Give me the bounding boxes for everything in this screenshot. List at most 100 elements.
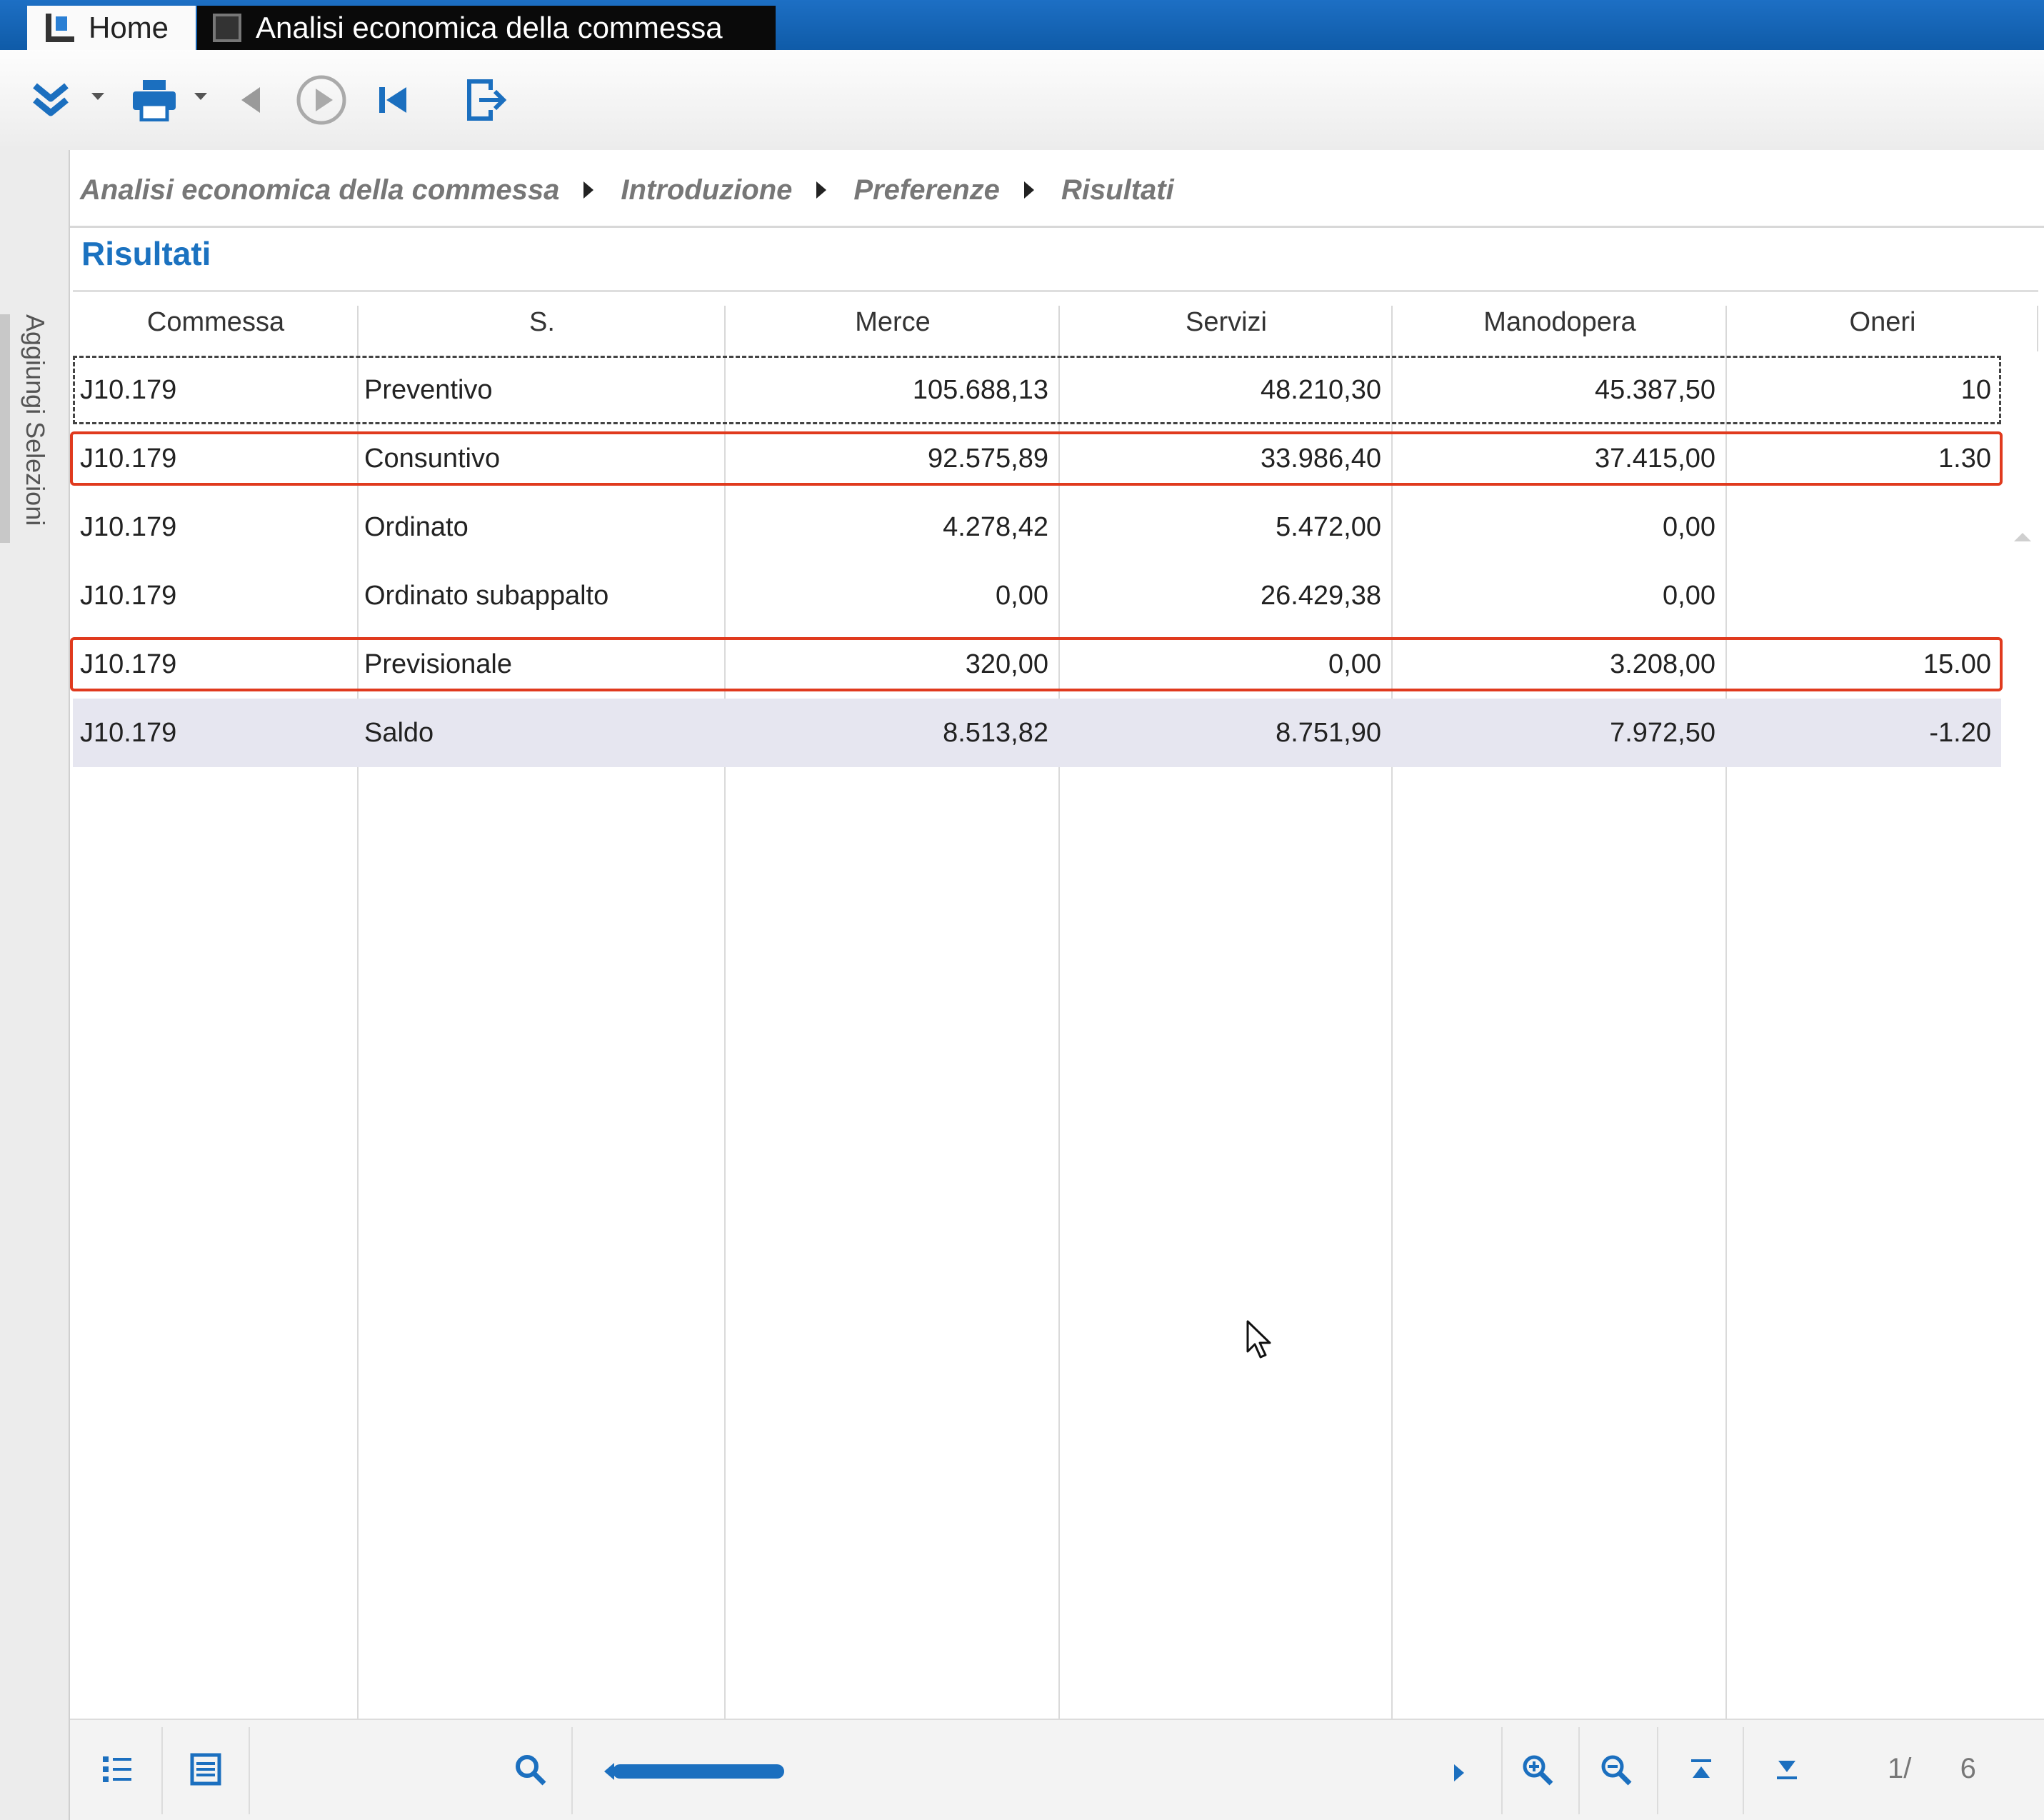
- breadcrumb-arrow-icon: [583, 181, 594, 199]
- cell-merce[interactable]: 105.688,13: [724, 356, 1058, 424]
- cell-commessa[interactable]: J10.179: [73, 699, 357, 767]
- cell-commessa[interactable]: J10.179: [73, 356, 357, 424]
- cell-s[interactable]: Preventivo: [357, 356, 724, 424]
- column-header-s[interactable]: S.: [359, 293, 726, 351]
- page-title: Risultati: [81, 235, 211, 272]
- breadcrumb-item[interactable]: Introduzione: [621, 174, 792, 206]
- table-row[interactable]: J10.179 Preventivo 105.688,13 48.210,30 45.3…: [73, 356, 2001, 424]
- divider: [1578, 1727, 1580, 1814]
- divider: [1743, 1727, 1744, 1814]
- cell-oneri[interactable]: 15.00: [1725, 630, 2001, 699]
- cell-merce[interactable]: 0,00: [724, 561, 1058, 630]
- cell-servizi[interactable]: 0,00: [1058, 630, 1391, 699]
- horizontal-scroll-thumb[interactable]: [613, 1764, 784, 1779]
- cell-manodopera[interactable]: 37.415,00: [1391, 424, 1725, 493]
- breadcrumb: Analisi economica della commessa Introdu…: [80, 169, 1174, 211]
- column-header-commessa[interactable]: Commessa: [73, 293, 359, 351]
- main-content: Analisi economica della commessa Introdu…: [69, 150, 2044, 1820]
- divider: [249, 1727, 250, 1814]
- breadcrumb-item[interactable]: Analisi economica della commessa: [80, 174, 559, 206]
- cell-s[interactable]: Ordinato subappalto: [357, 561, 724, 630]
- page-indicator: 1/ 6: [1888, 1753, 1976, 1785]
- breadcrumb-item[interactable]: Preferenze: [853, 174, 1000, 206]
- side-panel-handle[interactable]: [0, 314, 10, 543]
- cell-s[interactable]: Previsionale: [357, 630, 724, 699]
- cell-servizi[interactable]: 8.751,90: [1058, 699, 1391, 767]
- window-icon: [213, 14, 241, 42]
- table-row[interactable]: J10.179 Ordinato subappalto 0,00 26.429,38 0…: [73, 561, 2001, 630]
- cell-commessa[interactable]: J10.179: [73, 630, 357, 699]
- column-header-manodopera[interactable]: Manodopera: [1393, 293, 1727, 351]
- grid-bottom-toolbar: 1/ 6: [70, 1719, 2044, 1820]
- tab-analisi-economica[interactable]: Analisi economica della commessa: [197, 6, 776, 50]
- table-row[interactable]: J10.179 Saldo 8.513,82 8.751,90 7.972,50 -1.2…: [73, 699, 2001, 767]
- page-total: 6: [1960, 1753, 1976, 1784]
- back-icon[interactable]: [233, 71, 269, 129]
- column-header-merce[interactable]: Merce: [726, 293, 1060, 351]
- table-row[interactable]: J10.179 Previsionale 320,00 0,00 3.208,00 15.…: [70, 630, 2003, 699]
- cell-servizi[interactable]: 26.429,38: [1058, 561, 1391, 630]
- go-bottom-icon[interactable]: [1765, 1737, 1808, 1801]
- column-header-oneri[interactable]: Oneri: [1727, 293, 2038, 351]
- divider: [70, 226, 2044, 228]
- cell-manodopera[interactable]: 7.972,50: [1391, 699, 1725, 767]
- cell-manodopera[interactable]: 3.208,00: [1391, 630, 1725, 699]
- detail-list-icon[interactable]: [184, 1737, 227, 1801]
- cell-servizi[interactable]: 48.210,30: [1058, 356, 1391, 424]
- cell-merce[interactable]: 92.575,89: [724, 424, 1058, 493]
- zoom-out-icon[interactable]: [1594, 1737, 1637, 1801]
- cell-merce[interactable]: 8.513,82: [724, 699, 1058, 767]
- cell-servizi[interactable]: 5.472,00: [1058, 493, 1391, 561]
- mouse-cursor-icon: [1246, 1320, 1275, 1365]
- divider: [1501, 1727, 1503, 1814]
- tree-list-icon[interactable]: [96, 1737, 139, 1801]
- cell-oneri[interactable]: 1.30: [1725, 424, 2001, 493]
- go-top-icon[interactable]: [1680, 1737, 1723, 1801]
- divider: [73, 290, 2038, 292]
- divider: [161, 1727, 163, 1814]
- cell-manodopera[interactable]: 0,00: [1391, 493, 1725, 561]
- table-row[interactable]: J10.179 Ordinato 4.278,42 5.472,00 0,00: [73, 493, 2001, 561]
- tab-home[interactable]: Home: [27, 6, 196, 50]
- expand-dropdown-icon[interactable]: [91, 93, 104, 100]
- cell-oneri[interactable]: [1725, 561, 2001, 630]
- scroll-up-icon[interactable]: [2014, 533, 2031, 541]
- grid-header: Commessa S. Merce Servizi Manodopera One…: [73, 293, 2038, 351]
- cell-oneri[interactable]: 10: [1725, 356, 2001, 424]
- divider: [1657, 1727, 1658, 1814]
- side-panel: Aggiungi Selezioni: [0, 150, 69, 1820]
- column-header-servizi[interactable]: Servizi: [1060, 293, 1393, 351]
- table-row[interactable]: J10.179 Consuntivo 92.575,89 33.986,40 37.41…: [70, 424, 2003, 493]
- cell-manodopera[interactable]: 0,00: [1391, 561, 1725, 630]
- zoom-in-icon[interactable]: [1516, 1737, 1558, 1801]
- first-icon[interactable]: [371, 71, 414, 129]
- cell-commessa[interactable]: J10.179: [73, 561, 357, 630]
- expand-all-icon[interactable]: [26, 71, 76, 129]
- cell-s[interactable]: Ordinato: [357, 493, 724, 561]
- cell-commessa[interactable]: J10.179: [73, 493, 357, 561]
- window-tab-bar: Home Analisi economica della commessa: [0, 0, 2044, 50]
- run-icon[interactable]: [293, 71, 350, 129]
- page-current: 1/: [1888, 1753, 1912, 1784]
- print-icon[interactable]: [127, 71, 181, 129]
- exit-icon[interactable]: [461, 71, 511, 129]
- cell-s[interactable]: Consuntivo: [357, 424, 724, 493]
- cell-oneri[interactable]: [1725, 493, 2001, 561]
- cell-s[interactable]: Saldo: [357, 699, 724, 767]
- divider: [571, 1727, 573, 1814]
- breadcrumb-arrow-icon: [1023, 181, 1034, 199]
- home-icon: [46, 14, 74, 42]
- results-grid: Commessa S. Merce Servizi Manodopera One…: [70, 290, 2038, 1719]
- print-dropdown-icon[interactable]: [194, 93, 207, 100]
- cell-servizi[interactable]: 33.986,40: [1058, 424, 1391, 493]
- search-icon[interactable]: [509, 1737, 551, 1801]
- aggiungi-selezioni-tab[interactable]: Aggiungi Selezioni: [20, 314, 50, 526]
- cell-oneri[interactable]: -1.20: [1725, 699, 2001, 767]
- breadcrumb-item[interactable]: Risultati: [1061, 174, 1174, 206]
- cell-manodopera[interactable]: 45.387,50: [1391, 356, 1725, 424]
- cell-commessa[interactable]: J10.179: [73, 424, 357, 493]
- cell-merce[interactable]: 320,00: [724, 630, 1058, 699]
- breadcrumb-arrow-icon: [816, 181, 827, 199]
- cell-merce[interactable]: 4.278,42: [724, 493, 1058, 561]
- scroll-right-icon[interactable]: [1454, 1764, 1464, 1781]
